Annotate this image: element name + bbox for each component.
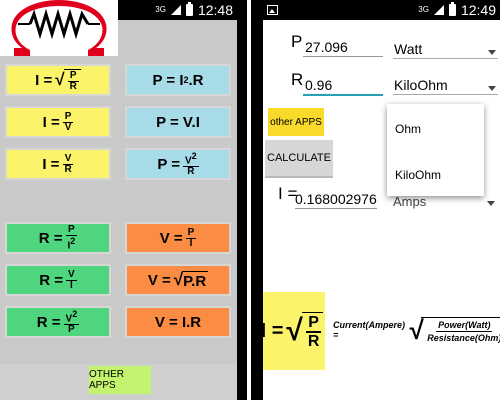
screen-divider	[237, 0, 263, 400]
formula-text-lhs: Current(Ampere) =	[333, 320, 406, 340]
formula-i-sqrt-p-r[interactable]: I = √ PR	[5, 64, 111, 96]
header-gray	[118, 20, 237, 56]
formula-v-ir[interactable]: V = I.R	[125, 306, 231, 338]
formula-lhs: R =	[36, 313, 61, 331]
formula-lhs: P =	[157, 155, 180, 173]
formula-r-v2-p[interactable]: R = V2 P	[5, 306, 111, 338]
formula-lhs: I =	[35, 71, 53, 89]
status-bar-left: 3G 12:48	[118, 0, 237, 20]
dropdown-caret-icon	[488, 50, 496, 55]
formula-lhs: R =	[38, 229, 63, 247]
battery-icon	[448, 2, 456, 16]
formula-text-display: Current(Ampere) = √ Power(Watt) Resistance…	[333, 305, 500, 355]
formula-lhs: P = V.I	[156, 113, 200, 131]
formula-display: I = √ P R	[263, 292, 325, 370]
resistance-label: R	[291, 70, 304, 89]
clock: 12:48	[197, 2, 233, 18]
dropdown-option-ohm[interactable]: Ohm	[395, 122, 421, 136]
current-result: 0.168002976	[295, 191, 377, 209]
battery-icon	[185, 2, 193, 16]
formula-lhs: V =	[147, 271, 171, 289]
formula-lhs: I =	[42, 155, 60, 173]
ohm-logo	[0, 0, 118, 56]
other-apps-button[interactable]: other APPS	[268, 108, 324, 136]
ohm-resistor-icon	[11, 0, 107, 56]
calculate-button[interactable]: CALCULATE	[265, 140, 333, 178]
formula-lhs: I =	[263, 319, 284, 342]
formula-lhs: P = I	[152, 71, 184, 89]
formula-lhs: I =	[42, 113, 60, 131]
sqrt-symbol: √ PR	[55, 68, 81, 92]
formula-p-v2-r[interactable]: P = V2 R	[125, 148, 231, 180]
formula-v-p-i[interactable]: V = PI	[125, 222, 231, 254]
power-unit-spinner[interactable]: Watt	[393, 40, 498, 59]
formula-lhs: V = I.R	[154, 313, 202, 331]
other-apps-button[interactable]: OTHER APPS	[89, 366, 151, 394]
left-screen: 3G 12:48 I = √ PR P = I 2 .R I = P V P =…	[0, 0, 237, 400]
formula-p-vi[interactable]: P = V.I	[125, 106, 231, 138]
dropdown-option-kiloohm[interactable]: KiloOhm	[395, 168, 441, 182]
resistance-unit-label: KiloOhm	[394, 77, 448, 93]
power-unit-label: Watt	[394, 41, 423, 57]
status-bar-right: 3G 12:49	[263, 0, 500, 20]
current-unit-label: Amps	[393, 194, 427, 209]
image-notification-icon	[267, 5, 278, 15]
formula-v-sqrt-pr[interactable]: V = √ P.R	[125, 264, 231, 296]
resistance-unit-dropdown: Ohm KiloOhm	[387, 104, 484, 196]
clock: 12:49	[460, 2, 496, 18]
dropdown-caret-icon	[487, 201, 495, 206]
formula-i-p-v[interactable]: I = PV	[5, 106, 111, 138]
resistance-input[interactable]: 0.96	[303, 76, 383, 96]
formula-lhs: V =	[159, 229, 183, 247]
formula-i-v-r[interactable]: I = VR	[5, 148, 111, 180]
dropdown-caret-icon	[488, 86, 496, 91]
power-input[interactable]: 27.096	[303, 38, 383, 57]
right-screen: 3G 12:49 P 27.096 Watt R 0.96 KiloOhm ot…	[263, 0, 500, 400]
network-type: 3G	[418, 5, 429, 14]
screenshot-pair: 3G 12:48 I = √ PR P = I 2 .R I = P V P =…	[0, 0, 500, 400]
signal-icon	[170, 5, 181, 15]
formula-r-p-i2[interactable]: R = P I2	[5, 222, 111, 254]
formula-p-i2r[interactable]: P = I 2 .R	[125, 64, 231, 96]
power-label: P	[291, 32, 303, 51]
formula-r-v-i[interactable]: R = VI	[5, 264, 111, 296]
network-type: 3G	[155, 5, 166, 14]
current-unit-spinner[interactable]: Amps	[393, 194, 499, 210]
signal-icon	[433, 5, 444, 15]
formula-lhs: R =	[39, 271, 64, 289]
resistance-unit-spinner[interactable]: KiloOhm	[393, 76, 498, 95]
